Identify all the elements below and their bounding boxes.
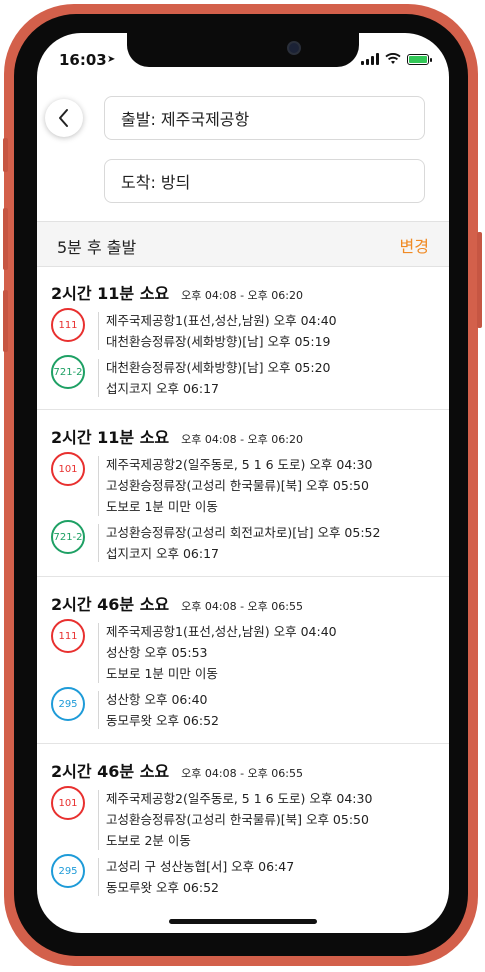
bus-badge: 295 <box>51 854 85 888</box>
stop-text: 섭지코지 오후 06:17 <box>106 546 219 561</box>
bus-badge: 101 <box>51 452 85 486</box>
change-departure-button[interactable]: 변경 <box>400 233 429 257</box>
cellular-signal-icon <box>361 53 379 65</box>
route-card[interactable]: 2시간 46분 소요 오후 04:08 - 오후 06:55 111 제주국제공… <box>37 577 449 744</box>
origin-field[interactable]: 출발: 제주국제공항 <box>104 96 425 140</box>
stop-text: 대천환승정류장(세화방향)[남] 오후 05:20 <box>106 360 331 375</box>
stop-text: 고성리 구 성산농협[서] 오후 06:47 <box>106 859 295 874</box>
volume-up-button <box>3 208 8 270</box>
departure-time-label: 5분 후 출발 <box>57 238 137 257</box>
stop-text: 성산항 오후 05:53 <box>106 645 208 660</box>
walk-text: 도보로 2분 이동 <box>106 833 191 848</box>
bus-badge: 111 <box>51 308 85 342</box>
stop-text: 제주국제공항2(일주동로, 5 1 6 도로) 오후 04:30 <box>106 457 373 472</box>
route-card[interactable]: 2시간 11분 소요 오후 04:08 - 오후 06:20 101 제주국제공… <box>37 410 449 577</box>
stop-text: 동모루왓 오후 06:52 <box>106 713 219 728</box>
route-card[interactable]: 2시간 46분 소요 오후 04:08 - 오후 06:55 101 제주국제공… <box>37 744 449 910</box>
leg-line <box>98 858 99 896</box>
stop-text: 섭지코지 오후 06:17 <box>106 381 219 396</box>
walk-text: 도보로 1분 미만 이동 <box>106 499 218 514</box>
route-duration: 2시간 11분 소요 <box>51 428 170 447</box>
stop-text: 제주국제공항2(일주동로, 5 1 6 도로) 오후 04:30 <box>106 791 373 806</box>
stop-text: 대천환승정류장(세화방향)[남] 오후 05:19 <box>106 334 331 349</box>
route-duration: 2시간 46분 소요 <box>51 595 170 614</box>
route-timespan: 오후 04:08 - 오후 06:20 <box>181 433 303 446</box>
status-time: 16:03 <box>59 51 107 69</box>
volume-down-button <box>3 290 8 352</box>
route-duration: 2시간 11분 소요 <box>51 284 170 303</box>
route-card[interactable]: 2시간 11분 소요 오후 04:08 - 오후 06:20 111 제주국제공… <box>37 266 449 410</box>
status-icons <box>361 53 432 65</box>
screen: 16:03 ➤ 출발: 제주국제공항 도착: 방듸 5분 후 출발 변경 2시간… <box>37 33 449 933</box>
leg-line <box>98 359 99 397</box>
stop-text: 동모루왓 오후 06:52 <box>106 880 219 895</box>
notch <box>127 33 359 67</box>
stop-text: 성산항 오후 06:40 <box>106 692 208 707</box>
leg-line <box>98 312 99 350</box>
bus-badge: 101 <box>51 786 85 820</box>
stop-text: 제주국제공항1(표선,성산,남원) 오후 04:40 <box>106 624 337 639</box>
stop-text: 고성환승정류장(고성리 회전교차로)[남] 오후 05:52 <box>106 525 381 540</box>
back-button[interactable] <box>45 99 83 137</box>
battery-icon <box>407 53 432 65</box>
bus-badge: 721-2 <box>51 355 85 389</box>
bus-badge: 111 <box>51 619 85 653</box>
leg-line <box>98 524 99 562</box>
departure-bar: 5분 후 출발 변경 <box>37 221 449 267</box>
stop-text: 고성환승정류장(고성리 한국물류)[북] 오후 05:50 <box>106 478 369 493</box>
wifi-icon <box>385 53 401 64</box>
route-timespan: 오후 04:08 - 오후 06:55 <box>181 767 303 780</box>
leg-line <box>98 456 99 516</box>
stop-text: 제주국제공항1(표선,성산,남원) 오후 04:40 <box>106 313 337 328</box>
power-button <box>477 232 482 328</box>
bus-badge: 295 <box>51 687 85 721</box>
leg-line <box>98 623 99 683</box>
bus-badge: 721-2 <box>51 520 85 554</box>
home-indicator[interactable] <box>169 919 317 924</box>
silent-switch <box>3 138 8 172</box>
route-timespan: 오후 04:08 - 오후 06:20 <box>181 289 303 302</box>
route-timespan: 오후 04:08 - 오후 06:55 <box>181 600 303 613</box>
camera-icon <box>287 41 301 55</box>
leg-line <box>98 691 99 729</box>
location-arrow-icon: ➤ <box>107 54 116 65</box>
stop-text: 고성환승정류장(고성리 한국물류)[북] 오후 05:50 <box>106 812 369 827</box>
chevron-left-icon <box>59 109 68 127</box>
walk-text: 도보로 1분 미만 이동 <box>106 666 218 681</box>
leg-line <box>98 790 99 850</box>
route-duration: 2시간 46분 소요 <box>51 762 170 781</box>
destination-field[interactable]: 도착: 방듸 <box>104 159 425 203</box>
